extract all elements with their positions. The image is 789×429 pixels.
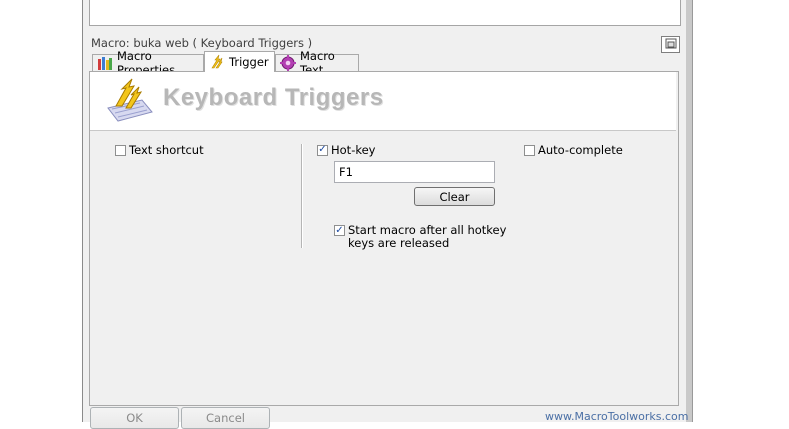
checkbox-label: Auto-complete [538,143,623,157]
release-option-label: Start macro after all hotkey keys are re… [348,224,506,250]
gear-icon [280,55,296,71]
checkbox-box[interactable] [524,144,535,156]
lightning-icon [209,54,225,70]
release-option-line2: keys are released [348,236,450,250]
keyboard-lightning-icon [102,78,154,124]
auto-complete-checkbox[interactable]: Auto-complete [524,143,623,157]
tab-trigger[interactable]: Trigger [204,51,275,72]
release-option-checkbox[interactable]: ✓ Start macro after all hotkey keys are … [334,224,506,250]
ok-button[interactable]: OK [90,407,179,429]
checkbox-box[interactable] [115,144,126,156]
clear-button[interactable]: Clear [414,187,495,206]
hotkey-input[interactable] [334,161,495,183]
tab-label: Trigger [229,55,269,69]
checkbox-box[interactable]: ✓ [317,144,328,156]
top-pane [89,0,681,26]
tab-macro-properties[interactable]: Macro Properties [92,49,204,77]
window-edge [686,0,693,422]
cancel-button[interactable]: Cancel [181,407,270,429]
macro-properties-icon [97,55,113,71]
checkbox-label: Text shortcut [129,143,204,157]
restore-icon[interactable] [661,36,680,53]
checkbox-label: Hot-key [331,143,376,157]
macro-title: Macro: buka web ( Keyboard Triggers ) [91,36,313,50]
tab-macro-text[interactable]: Macro Text [275,49,359,77]
vertical-divider [301,144,303,248]
hotkey-checkbox[interactable]: ✓ Hot-key [317,143,375,157]
release-option-line1: Start macro after all hotkey [348,223,507,237]
website-link[interactable]: www.MacroToolworks.com [545,410,688,423]
checkbox-box[interactable]: ✓ [334,225,345,236]
text-shortcut-checkbox[interactable]: Text shortcut [115,143,204,157]
page-title: Keyboard Triggers [163,84,384,111]
